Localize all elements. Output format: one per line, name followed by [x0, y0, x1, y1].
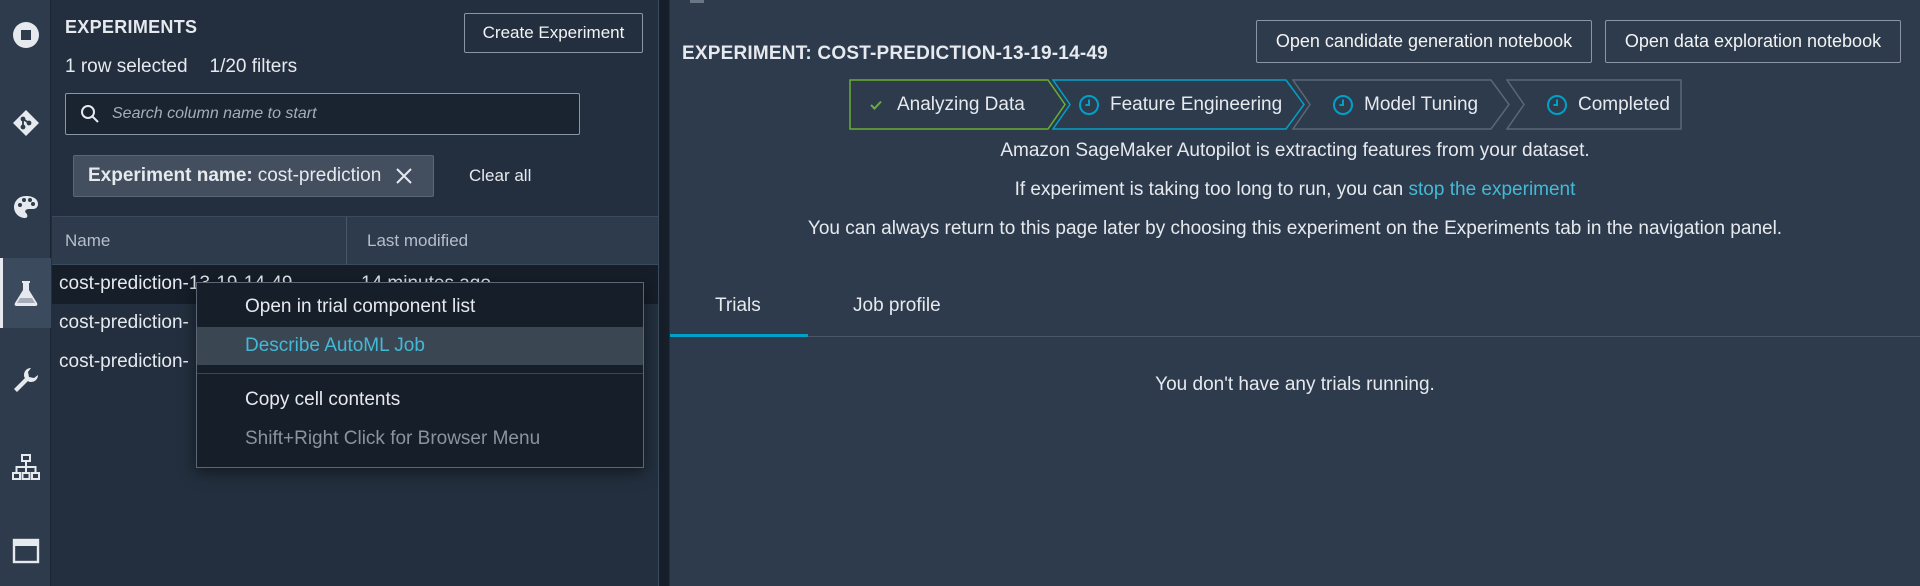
git-tab[interactable]: [0, 88, 51, 158]
filter-chip-label: Experiment name:: [88, 165, 253, 186]
active-tab-indicator: [670, 334, 808, 337]
menu-item-label: Shift+Right Click for Browser Menu: [245, 428, 541, 449]
panel-title: EXPERIMENTS: [65, 17, 198, 37]
step-label: Model Tuning: [1364, 93, 1479, 115]
menu-item-label: Open in trial component list: [245, 296, 476, 317]
experiment-title: EXPERIMENT: COST-PREDICTION-13-19-14-49: [682, 43, 1108, 64]
menu-item-open-trial-component-list[interactable]: Open in trial component list: [197, 288, 643, 326]
window-icon: [12, 538, 39, 564]
tab-job-profile[interactable]: Job profile: [853, 295, 941, 317]
search-icon: [81, 105, 99, 123]
flask-icon: [14, 281, 37, 306]
clock-icon: [1547, 94, 1567, 115]
filters-count-text: 1/20 filters: [209, 56, 298, 77]
clock-icon: [1079, 94, 1099, 115]
network-tab[interactable]: [0, 432, 51, 502]
status-message: Amazon SageMaker Autopilot is extracting…: [1000, 140, 1590, 161]
step-completed: Completed: [1506, 79, 1683, 130]
palette-icon: [13, 196, 38, 218]
stop-experiment-link[interactable]: stop the experiment: [1409, 179, 1576, 200]
filter-chip: Experiment name: cost-prediction: [73, 155, 435, 197]
menu-item-browser-menu-hint: Shift+Right Click for Browser Menu: [197, 420, 643, 458]
cell-name: cost-prediction-: [59, 312, 189, 333]
clock-icon: [1333, 94, 1353, 115]
running-terminals-tab[interactable]: [0, 0, 51, 70]
experiments-tab[interactable]: [0, 258, 51, 328]
git-icon: [12, 110, 39, 136]
cell-name: cost-prediction-: [59, 351, 189, 372]
clear-all-link[interactable]: Clear all: [469, 166, 531, 186]
menu-separator: [197, 373, 643, 374]
open-exploration-notebook-button[interactable]: Open data exploration notebook: [1605, 20, 1901, 63]
column-header-name[interactable]: Name: [65, 231, 110, 251]
experiment-detail-panel: EXPERIMENT: COST-PREDICTION-13-19-14-49 …: [670, 0, 1920, 586]
selection-info: 1 row selected 1/20 filters: [65, 56, 297, 78]
step-feature-engineering: Feature Engineering: [1052, 79, 1306, 130]
long-run-text: If experiment is taking too long to run,…: [1014, 179, 1409, 200]
empty-trials-message: You don't have any trials running.: [1155, 374, 1435, 395]
step-label: Analyzing Data: [897, 93, 1025, 115]
checkmark-icon: [870, 100, 882, 110]
table-header: Name Last modified: [52, 216, 658, 266]
icon-rail: [0, 0, 51, 586]
menu-item-copy-cell-contents[interactable]: Copy cell contents: [197, 381, 643, 419]
close-icon[interactable]: [395, 167, 413, 185]
search-input[interactable]: [112, 105, 572, 123]
column-divider[interactable]: [346, 217, 347, 266]
detail-tabs: Trials Job profile: [670, 273, 1920, 337]
column-header-last-modified[interactable]: Last modified: [367, 231, 468, 251]
scroll-indicator: [690, 0, 704, 3]
create-experiment-button[interactable]: Create Experiment: [464, 13, 643, 53]
open-candidate-notebook-button[interactable]: Open candidate generation notebook: [1256, 20, 1592, 63]
menu-item-label: Copy cell contents: [245, 389, 401, 410]
wrench-icon: [13, 368, 38, 392]
column-search[interactable]: [65, 93, 580, 135]
filter-chip-value: cost-prediction: [257, 165, 382, 186]
tab-trials[interactable]: Trials: [715, 295, 761, 317]
step-label: Completed: [1578, 93, 1670, 115]
long-run-message: If experiment is taking too long to run,…: [670, 179, 1920, 201]
network-icon: [11, 454, 40, 480]
menu-item-label: Describe AutoML Job: [245, 335, 425, 356]
step-analyzing-data: Analyzing Data: [849, 79, 1067, 130]
menu-item-describe-automl-job[interactable]: Describe AutoML Job: [197, 327, 643, 365]
tools-tab[interactable]: [0, 345, 51, 415]
rows-selected-text: 1 row selected: [65, 56, 188, 77]
context-menu: Open in trial component list Describe Au…: [196, 282, 644, 468]
property-inspector-tab[interactable]: [0, 172, 51, 242]
panel-splitter[interactable]: [658, 0, 669, 586]
open-tabs-tab[interactable]: [0, 516, 51, 586]
running-icon: [12, 22, 39, 48]
return-message: You can always return to this page later…: [807, 218, 1783, 239]
step-model-tuning: Model Tuning: [1292, 79, 1511, 130]
step-label: Feature Engineering: [1110, 93, 1283, 115]
